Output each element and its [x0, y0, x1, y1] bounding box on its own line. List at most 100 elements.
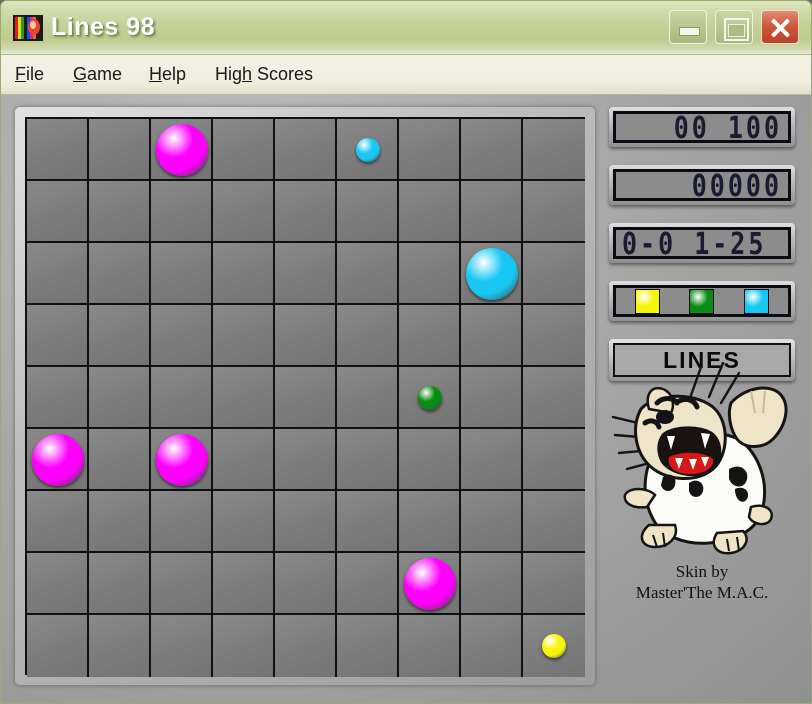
board-cell[interactable]	[461, 305, 523, 367]
ball-yellow-small[interactable]	[542, 634, 566, 658]
maximize-icon	[724, 18, 749, 41]
board-cell[interactable]	[213, 367, 275, 429]
board-cell[interactable]	[151, 367, 213, 429]
board-cell[interactable]	[337, 491, 399, 553]
board-cell[interactable]	[523, 367, 585, 429]
board-cell[interactable]	[89, 119, 151, 181]
board-cell[interactable]	[151, 243, 213, 305]
board-cell[interactable]	[523, 429, 585, 491]
application-window: Lines 98 File Game Help High Scores 00 1…	[0, 0, 812, 704]
board-cell[interactable]	[275, 305, 337, 367]
board-cell[interactable]	[337, 243, 399, 305]
board-cell[interactable]	[461, 429, 523, 491]
menu-item-high-scores[interactable]: High Scores	[215, 64, 313, 85]
board-cell[interactable]	[275, 553, 337, 615]
board-cell[interactable]	[213, 615, 275, 677]
board-cell[interactable]	[523, 553, 585, 615]
board-cell[interactable]	[27, 243, 89, 305]
board-cell[interactable]	[89, 305, 151, 367]
status-display: 0-0 1-25	[609, 223, 795, 263]
board-cell[interactable]	[151, 615, 213, 677]
menu-item-help-rest: elp	[162, 64, 187, 84]
board-cell[interactable]	[151, 305, 213, 367]
board-cell[interactable]	[89, 615, 151, 677]
board-cell[interactable]	[461, 119, 523, 181]
board-cell[interactable]	[399, 243, 461, 305]
ball-magenta[interactable]	[32, 434, 84, 486]
board-cell[interactable]	[89, 367, 151, 429]
board-cell[interactable]	[275, 615, 337, 677]
board-cell[interactable]	[89, 181, 151, 243]
ball-cyan[interactable]	[466, 248, 518, 300]
board-cell[interactable]	[151, 181, 213, 243]
board-cell[interactable]	[523, 305, 585, 367]
board-cell[interactable]	[213, 553, 275, 615]
board-cell[interactable]	[337, 367, 399, 429]
board-cell[interactable]	[399, 429, 461, 491]
score-display: 00 100	[609, 107, 795, 147]
game-board[interactable]	[25, 117, 585, 677]
close-button[interactable]	[761, 10, 799, 44]
ball-magenta[interactable]	[156, 124, 208, 176]
board-cell[interactable]	[399, 305, 461, 367]
board-cell[interactable]	[523, 181, 585, 243]
board-cell[interactable]	[461, 491, 523, 553]
board-cell[interactable]	[89, 553, 151, 615]
board-cell[interactable]	[461, 367, 523, 429]
board-cell[interactable]	[27, 491, 89, 553]
board-cell[interactable]	[27, 181, 89, 243]
board-cell[interactable]	[399, 181, 461, 243]
menu-item-high-scores-rest: Scores	[252, 64, 314, 84]
ball-magenta[interactable]	[156, 434, 208, 486]
board-cell[interactable]	[399, 491, 461, 553]
board-cell[interactable]	[399, 615, 461, 677]
board-cell[interactable]	[275, 243, 337, 305]
board-cell[interactable]	[461, 181, 523, 243]
menu-item-help[interactable]: Help	[149, 64, 186, 85]
board-cell[interactable]	[461, 615, 523, 677]
board-cell[interactable]	[213, 491, 275, 553]
board-cell[interactable]	[275, 491, 337, 553]
menu-item-file-rest: ile	[26, 64, 45, 84]
board-cell[interactable]	[213, 181, 275, 243]
board-cell[interactable]	[151, 553, 213, 615]
board-cell[interactable]	[151, 491, 213, 553]
board-cell[interactable]	[337, 553, 399, 615]
ball-magenta[interactable]	[404, 558, 456, 610]
board-cell[interactable]	[337, 305, 399, 367]
board-cell[interactable]	[27, 367, 89, 429]
cat-illustration	[611, 361, 788, 555]
board-cell[interactable]	[27, 553, 89, 615]
board-cell[interactable]	[89, 243, 151, 305]
board-cell[interactable]	[337, 181, 399, 243]
board-cell[interactable]	[275, 367, 337, 429]
minimize-button[interactable]	[669, 10, 707, 44]
board-cell[interactable]	[399, 119, 461, 181]
board-cell[interactable]	[275, 429, 337, 491]
ball-green-small[interactable]	[418, 386, 442, 410]
board-cell[interactable]	[27, 305, 89, 367]
board-cell[interactable]	[213, 305, 275, 367]
board-cell[interactable]	[523, 491, 585, 553]
maximize-button[interactable]	[715, 10, 753, 44]
client-area: 00 100 00000 0-0 1-25 LINES Skin by Mast…	[1, 95, 811, 703]
menu-item-file[interactable]: File	[15, 64, 44, 85]
score-value: 00 100	[673, 111, 782, 143]
board-cell[interactable]	[213, 429, 275, 491]
board-cell[interactable]	[275, 181, 337, 243]
ball-cyan-small[interactable]	[356, 138, 380, 162]
board-cell[interactable]	[27, 119, 89, 181]
board-cell[interactable]	[337, 429, 399, 491]
lines-app-icon	[13, 15, 43, 41]
board-cell[interactable]	[337, 615, 399, 677]
board-cell[interactable]	[523, 243, 585, 305]
board-cell[interactable]	[27, 615, 89, 677]
board-cell[interactable]	[213, 243, 275, 305]
board-cell[interactable]	[89, 429, 151, 491]
board-cell[interactable]	[275, 119, 337, 181]
board-cell[interactable]	[89, 491, 151, 553]
menu-item-game[interactable]: Game	[73, 64, 122, 85]
board-cell[interactable]	[523, 119, 585, 181]
board-cell[interactable]	[213, 119, 275, 181]
board-cell[interactable]	[461, 553, 523, 615]
